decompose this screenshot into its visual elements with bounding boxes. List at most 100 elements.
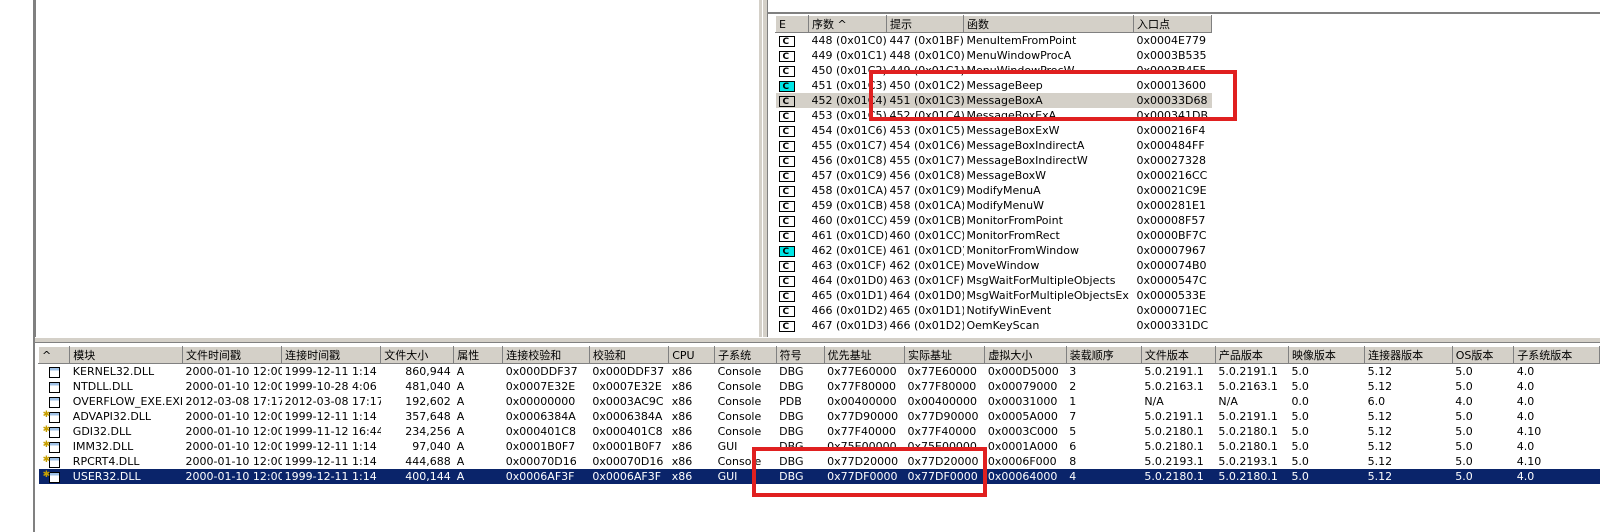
export-function: MessageBoxW <box>966 169 1047 182</box>
c-function-icon <box>778 185 795 198</box>
export-type-cell <box>776 258 809 273</box>
export-ordinal: 454 (0x01C6) <box>811 124 887 137</box>
export-row[interactable]: 456 (0x01C8)455 (0x01C7)MessageBoxIndire… <box>776 153 1212 168</box>
export-row[interactable]: 466 (0x01D2)465 (0x01D1)NotifyWinEvent 0x… <box>776 303 1212 318</box>
parent-imports-pane[interactable] <box>35 0 762 337</box>
exports-col-ordinal[interactable]: 序数 ^ <box>808 15 887 33</box>
export-type-cell <box>776 123 809 138</box>
export-row[interactable]: 453 (0x01C5)452 (0x01C4)MessageBoxExA 0x0… <box>776 108 1212 123</box>
export-hint: 461 (0x01CD) <box>889 244 964 257</box>
export-row[interactable]: 450 (0x01C2)449 (0x01C1)MenuWindowProcW 0… <box>776 63 1212 78</box>
exports-col-function[interactable]: 函数 <box>963 15 1134 33</box>
module-file-size: 97,040 <box>412 440 451 453</box>
modules-col-module[interactable]: 模块 <box>69 346 183 364</box>
modules-col-subsystem-version[interactable]: 子系统版本 <box>1513 346 1600 364</box>
export-ordinal: 461 (0x01CD) <box>811 229 887 242</box>
export-ordinal: 463 (0x01CF) <box>811 259 887 272</box>
exports-col-e[interactable]: E <box>775 15 809 33</box>
module-row[interactable]: KERNEL32.DLL 2000-01-10 12:00 1999-12-11 1… <box>39 364 1600 380</box>
module-row[interactable]: IMM32.DLL 2000-01-10 12:001999-12-11 1:14… <box>39 439 1600 454</box>
module-file-version: 5.0.2163.1 <box>1144 380 1204 393</box>
module-checksum: 0x0007E32E <box>592 380 662 393</box>
export-row[interactable]: 467 (0x01D3)466 (0x01D2)OemKeyScan 0x0003… <box>776 318 1212 333</box>
export-type-cell <box>776 48 809 63</box>
module-row[interactable]: RPCRT4.DLL 2000-01-10 12:001999-12-11 1:1… <box>39 454 1600 469</box>
modules-col-image-version[interactable]: 映像版本 <box>1287 346 1366 364</box>
export-row[interactable]: 451 (0x01C3)450 (0x01C2)MessageBeep 0x000… <box>776 78 1212 93</box>
export-row[interactable]: 463 (0x01CF)462 (0x01CE)MoveWindow 0x0000… <box>776 258 1212 273</box>
module-actual-base: 0x77F80000 <box>907 380 977 393</box>
export-function: MessageBoxIndirectW <box>966 154 1088 167</box>
export-row[interactable]: 457 (0x01C9)456 (0x01C8)MessageBoxW 0x000… <box>776 168 1212 183</box>
export-function: MessageBeep <box>966 79 1043 92</box>
export-row[interactable]: 448 (0x01C0)447 (0x01BF)MenuItemFromPoin… <box>776 33 1212 48</box>
exports-col-entry-point[interactable]: 入口点 <box>1133 15 1212 33</box>
modules-col-load-order[interactable]: 装载顺序 <box>1065 346 1142 364</box>
delay-load-module-icon <box>43 439 60 453</box>
c-function-icon <box>778 50 795 63</box>
modules-col-checksum[interactable]: 校验和 <box>588 346 670 364</box>
modules-col-actual-base[interactable]: 实际基址 <box>903 346 986 364</box>
module-link-checksum: 0x000DDF37 <box>505 365 578 378</box>
export-row[interactable]: 464 (0x01D0)463 (0x01CF)MsgWaitForMultip… <box>776 273 1212 288</box>
modules-col-symbols[interactable]: 符号 <box>775 346 825 364</box>
module-icon-cell <box>39 424 70 439</box>
export-ordinal: 455 (0x01C7) <box>811 139 887 152</box>
module-checksum: 0x0001B0F7 <box>592 440 662 453</box>
module-product-version: 5.0.2163.1 <box>1218 380 1278 393</box>
export-function: MsgWaitForMultipleObjects <box>966 274 1116 287</box>
modules-col-file-timestamp[interactable]: 文件时间戳 <box>181 346 283 364</box>
module-load-order: 8 <box>1069 455 1077 468</box>
exports-col-hint[interactable]: 提示 <box>886 15 964 33</box>
export-row[interactable]: 449 (0x01C1)448 (0x01C0)MenuWindowProcA 0… <box>776 48 1212 63</box>
export-row[interactable]: 465 (0x01D1)464 (0x01D0)MsgWaitForMultip… <box>776 288 1212 303</box>
export-type-cell <box>776 318 809 333</box>
modules-col-link-checksum[interactable]: 连接校验和 <box>502 346 590 364</box>
export-row[interactable]: 455 (0x01C7)454 (0x01C6)MessageBoxIndire… <box>776 138 1212 153</box>
export-ordinal: 460 (0x01CC) <box>811 214 887 227</box>
modules-col-file-version[interactable]: 文件版本 <box>1140 346 1216 364</box>
export-hint: 462 (0x01CE) <box>889 259 964 272</box>
export-row[interactable]: 461 (0x01CD)460 (0x01CC)MonitorFromRect 0… <box>776 228 1212 243</box>
export-hint: 447 (0x01BF) <box>889 34 964 47</box>
export-row[interactable]: 452 (0x01C4)451 (0x01C3)MessageBoxA0x000… <box>775 93 1212 108</box>
export-hint: 466 (0x01D2) <box>889 319 964 332</box>
modules-col-os-version[interactable]: OS版本 <box>1451 346 1515 364</box>
modules-col-link-timestamp[interactable]: 连接时间戳 <box>281 346 382 364</box>
module-subsystem-version: 4.0 <box>1516 365 1535 378</box>
modules-col-sort[interactable]: ^ <box>37 346 71 364</box>
modules-col-subsystem[interactable]: 子系统 <box>714 346 777 364</box>
module-row[interactable]: ADVAPI32.DLL 2000-01-10 12:001999-12-11 1… <box>39 409 1600 424</box>
module-file-size: 234,256 <box>405 425 451 438</box>
export-function: ModifyMenuA <box>966 184 1041 197</box>
export-row[interactable]: 454 (0x01C6)453 (0x01C5)MessageBoxExW 0x0… <box>776 123 1212 138</box>
module-link-timestamp: 1999-12-11 1:14 <box>284 365 377 378</box>
modules-col-product-version[interactable]: 产品版本 <box>1214 346 1289 364</box>
modules-col-preferred-base[interactable]: 优先基址 <box>823 346 905 364</box>
module-image-version: 0.0 <box>1291 395 1309 408</box>
module-row[interactable]: USER32.DLL2000-01-10 12:001999-12-11 1:1… <box>38 469 1600 484</box>
export-type-cell <box>776 153 809 168</box>
export-function: MessageBoxExA <box>966 109 1057 122</box>
modules-col-file-size[interactable]: 文件大小 <box>380 346 455 364</box>
module-row[interactable]: OVERFLOW_EXE.EXE 2012-03-08 17:17 2012-03-… <box>39 394 1600 409</box>
export-hint: 455 (0x01C7) <box>889 154 964 167</box>
export-row[interactable]: 459 (0x01CB)458 (0x01CA)ModifyMenuW 0x000… <box>776 198 1212 213</box>
modules-col-cpu[interactable]: CPU <box>668 346 716 364</box>
modules-col-linker-version[interactable]: 连接器版本 <box>1364 346 1453 364</box>
modules-col-attributes[interactable]: 属性 <box>453 346 504 364</box>
export-row[interactable]: 460 (0x01CC)459 (0x01CB)MonitorFromPoint… <box>776 213 1212 228</box>
export-row[interactable]: 458 (0x01CA)457 (0x01C9)ModifyMenuA 0x000… <box>776 183 1212 198</box>
export-hint: 463 (0x01CF) <box>889 274 964 287</box>
module-linker-version: 5.12 <box>1367 410 1393 423</box>
export-entry-point: 0x00008F57 <box>1136 214 1206 227</box>
export-hint: 458 (0x01CA) <box>889 199 964 212</box>
modules-col-virtual-size[interactable]: 虚拟大小 <box>984 346 1067 364</box>
export-row[interactable]: 462 (0x01CE)461 (0x01CD)MonitorFromWindo… <box>776 243 1212 258</box>
module-file-size: 444,688 <box>405 455 451 468</box>
module-row[interactable]: NTDLL.DLL 2000-01-10 12:00 1999-10-28 4:06… <box>39 379 1600 394</box>
export-entry-point: 0x000281E1 <box>1136 199 1206 212</box>
module-row[interactable]: GDI32.DLL 2000-01-10 12:001999-11-12 16:4… <box>39 424 1600 439</box>
export-ordinal: 452 (0x01C4) <box>808 93 887 108</box>
export-ordinal: 459 (0x01CB) <box>811 199 887 212</box>
